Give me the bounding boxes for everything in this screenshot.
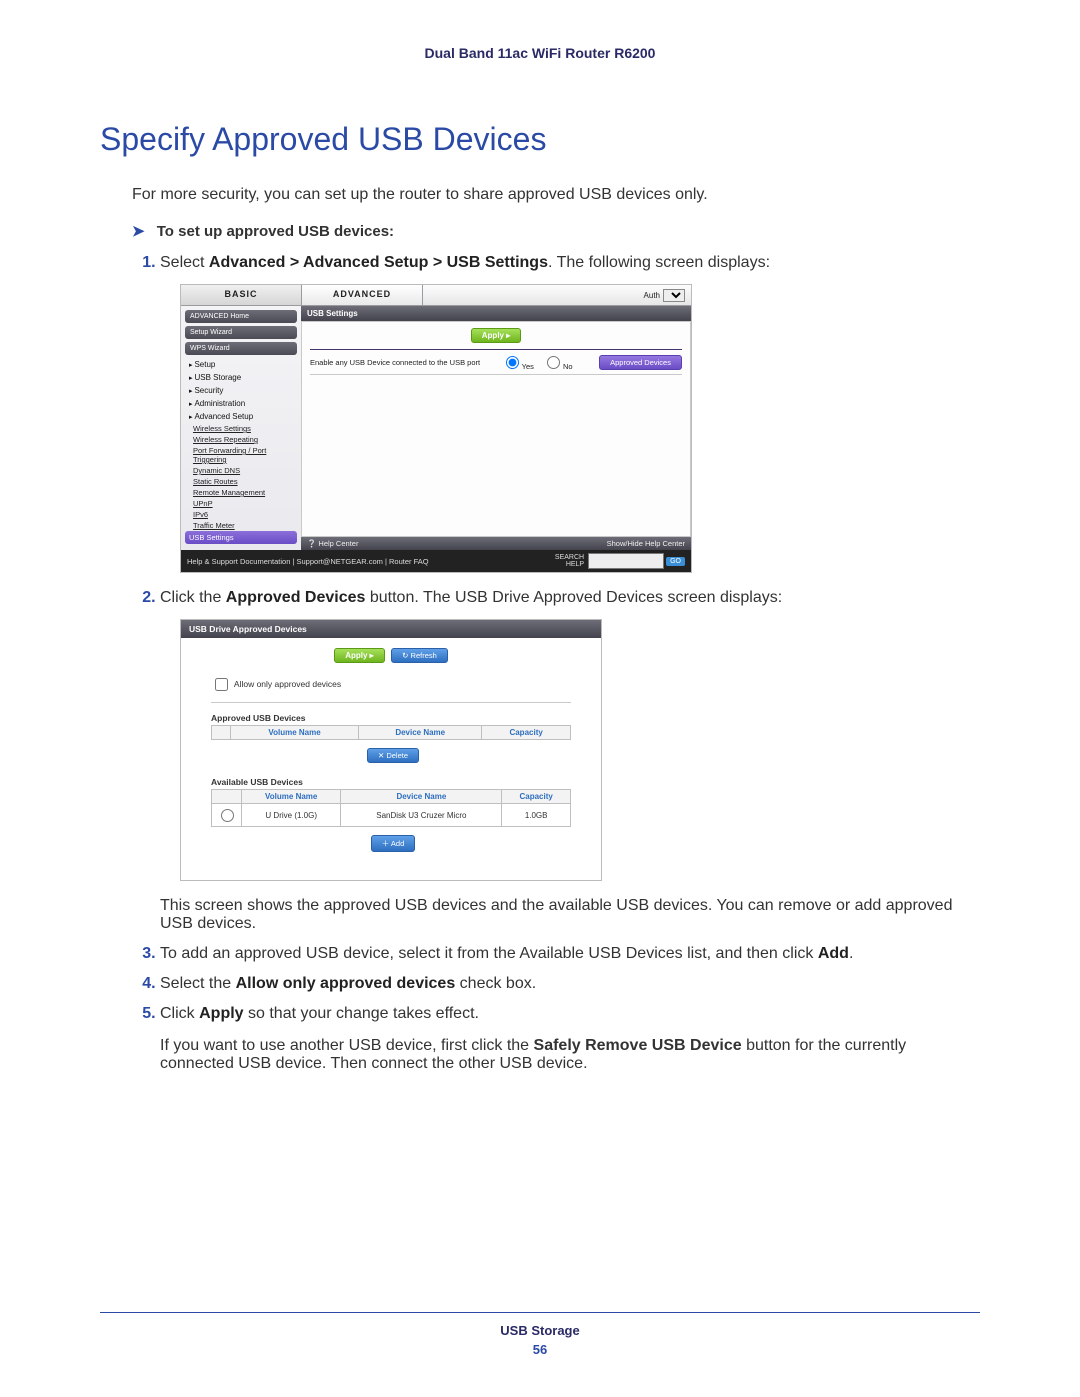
step-4: Select the Allow only approved devices c… bbox=[160, 975, 980, 993]
step-1: Select Advanced > Advanced Setup > USB S… bbox=[160, 254, 980, 573]
sidebar-btn-setup-wizard[interactable]: Setup Wizard bbox=[185, 326, 297, 339]
page-header: Dual Band 11ac WiFi Router R6200 bbox=[100, 45, 980, 61]
sidebar-item-administration[interactable]: Administration bbox=[185, 397, 297, 410]
row-select-radio[interactable] bbox=[221, 809, 234, 822]
help-center-toggle[interactable]: ❔ Help Center bbox=[307, 539, 358, 548]
sidebar-btn-advanced-home[interactable]: ADVANCED Home bbox=[185, 310, 297, 323]
auth-dropdown[interactable] bbox=[663, 289, 685, 302]
step-2: Click the Approved Devices button. The U… bbox=[160, 589, 980, 933]
apply-button[interactable]: Apply ▸ bbox=[471, 328, 521, 343]
approved-devices-table: Volume Name Device Name Capacity bbox=[211, 725, 571, 740]
th-capacity: Capacity bbox=[482, 726, 571, 740]
chevron-right-icon: ➤ bbox=[132, 223, 145, 240]
step-3: To add an approved USB device, select it… bbox=[160, 945, 980, 963]
apply-button-2[interactable]: Apply ▸ bbox=[334, 648, 384, 663]
screenshot-approved-devices: USB Drive Approved Devices Apply ▸ ↻ Ref… bbox=[180, 619, 602, 881]
panel-title: USB Settings bbox=[301, 306, 691, 321]
subnav-upnp[interactable]: UPnP bbox=[185, 498, 297, 509]
subnav-usb-settings[interactable]: USB Settings bbox=[185, 531, 297, 544]
footer-rule bbox=[100, 1312, 980, 1313]
task-heading-text: To set up approved USB devices: bbox=[157, 223, 394, 240]
tab-advanced[interactable]: ADVANCED bbox=[302, 285, 423, 305]
subnav-wireless-repeating[interactable]: Wireless Repeating bbox=[185, 434, 297, 445]
auth-selector[interactable]: Auth bbox=[644, 285, 691, 305]
subnav-remote-management[interactable]: Remote Management bbox=[185, 487, 297, 498]
add-button[interactable]: ＋ Add bbox=[371, 835, 416, 852]
table-row[interactable]: U Drive (1.0G) SanDisk U3 Cruzer Micro 1… bbox=[212, 804, 571, 827]
row-capacity: 1.0GB bbox=[502, 804, 571, 827]
help-center-showhide[interactable]: Show/Hide Help Center bbox=[607, 539, 685, 548]
intro-text: For more security, you can set up the ro… bbox=[132, 186, 980, 204]
sidebar-btn-wps-wizard[interactable]: WPS Wizard bbox=[185, 342, 297, 355]
step-2-paragraph: This screen shows the approved USB devic… bbox=[160, 897, 980, 933]
subnav-traffic-meter[interactable]: Traffic Meter bbox=[185, 520, 297, 531]
th-volume: Volume Name bbox=[230, 726, 358, 740]
task-heading: ➤ To set up approved USB devices: bbox=[132, 222, 980, 240]
sidebar-item-setup[interactable]: Setup bbox=[185, 358, 297, 371]
sidebar-item-security[interactable]: Security bbox=[185, 384, 297, 397]
approved-devices-button[interactable]: Approved Devices bbox=[599, 355, 682, 370]
footer-go-button[interactable]: GO bbox=[666, 557, 685, 566]
footer-search-input[interactable] bbox=[588, 553, 664, 569]
subnav-static-routes[interactable]: Static Routes bbox=[185, 476, 297, 487]
closing-paragraph: If you want to use another USB device, f… bbox=[160, 1037, 980, 1073]
sidebar-item-usb-storage[interactable]: USB Storage bbox=[185, 371, 297, 384]
allow-only-approved-label: Allow only approved devices bbox=[234, 679, 341, 689]
sidebar-item-advanced-setup[interactable]: Advanced Setup bbox=[185, 410, 297, 423]
enable-usb-radios[interactable]: Yes No bbox=[501, 353, 579, 371]
delete-button[interactable]: ✕ Delete bbox=[367, 748, 419, 763]
allow-only-approved-checkbox[interactable] bbox=[215, 678, 228, 691]
screenshot-usb-settings: BASIC ADVANCED Auth ADVANCED Home Setup … bbox=[180, 284, 692, 573]
available-list-heading: Available USB Devices bbox=[211, 777, 571, 787]
footer-chapter: USB Storage bbox=[100, 1323, 980, 1338]
subnav-wireless-settings[interactable]: Wireless Settings bbox=[185, 423, 297, 434]
panel2-title: USB Drive Approved Devices bbox=[181, 620, 601, 638]
step-5: Click Apply so that your change takes ef… bbox=[160, 1005, 980, 1023]
section-title: Specify Approved USB Devices bbox=[100, 121, 980, 158]
th-capacity-2: Capacity bbox=[502, 790, 571, 804]
subnav-dynamic-dns[interactable]: Dynamic DNS bbox=[185, 465, 297, 476]
th-device-2: Device Name bbox=[341, 790, 502, 804]
subnav-port-forwarding[interactable]: Port Forwarding / Port Triggering bbox=[185, 445, 297, 465]
row-device: SanDisk U3 Cruzer Micro bbox=[341, 804, 502, 827]
sidebar: ADVANCED Home Setup Wizard WPS Wizard Se… bbox=[181, 306, 301, 550]
subnav-ipv6[interactable]: IPv6 bbox=[185, 509, 297, 520]
footer-help-links[interactable]: Help & Support Documentation | Support@N… bbox=[187, 557, 429, 566]
approved-list-heading: Approved USB Devices bbox=[211, 713, 571, 723]
footer-search-label: SEARCHHELP bbox=[555, 554, 588, 568]
row-volume: U Drive (1.0G) bbox=[242, 804, 341, 827]
footer-page-number: 56 bbox=[100, 1342, 980, 1357]
th-device: Device Name bbox=[359, 726, 482, 740]
radio-no[interactable] bbox=[547, 356, 560, 369]
tab-basic[interactable]: BASIC bbox=[181, 285, 302, 305]
refresh-button[interactable]: ↻ Refresh bbox=[391, 648, 448, 663]
enable-usb-label: Enable any USB Device connected to the U… bbox=[310, 358, 480, 367]
th-volume-2: Volume Name bbox=[242, 790, 341, 804]
available-devices-table: Volume Name Device Name Capacity U Drive… bbox=[211, 789, 571, 827]
radio-yes[interactable] bbox=[506, 356, 519, 369]
